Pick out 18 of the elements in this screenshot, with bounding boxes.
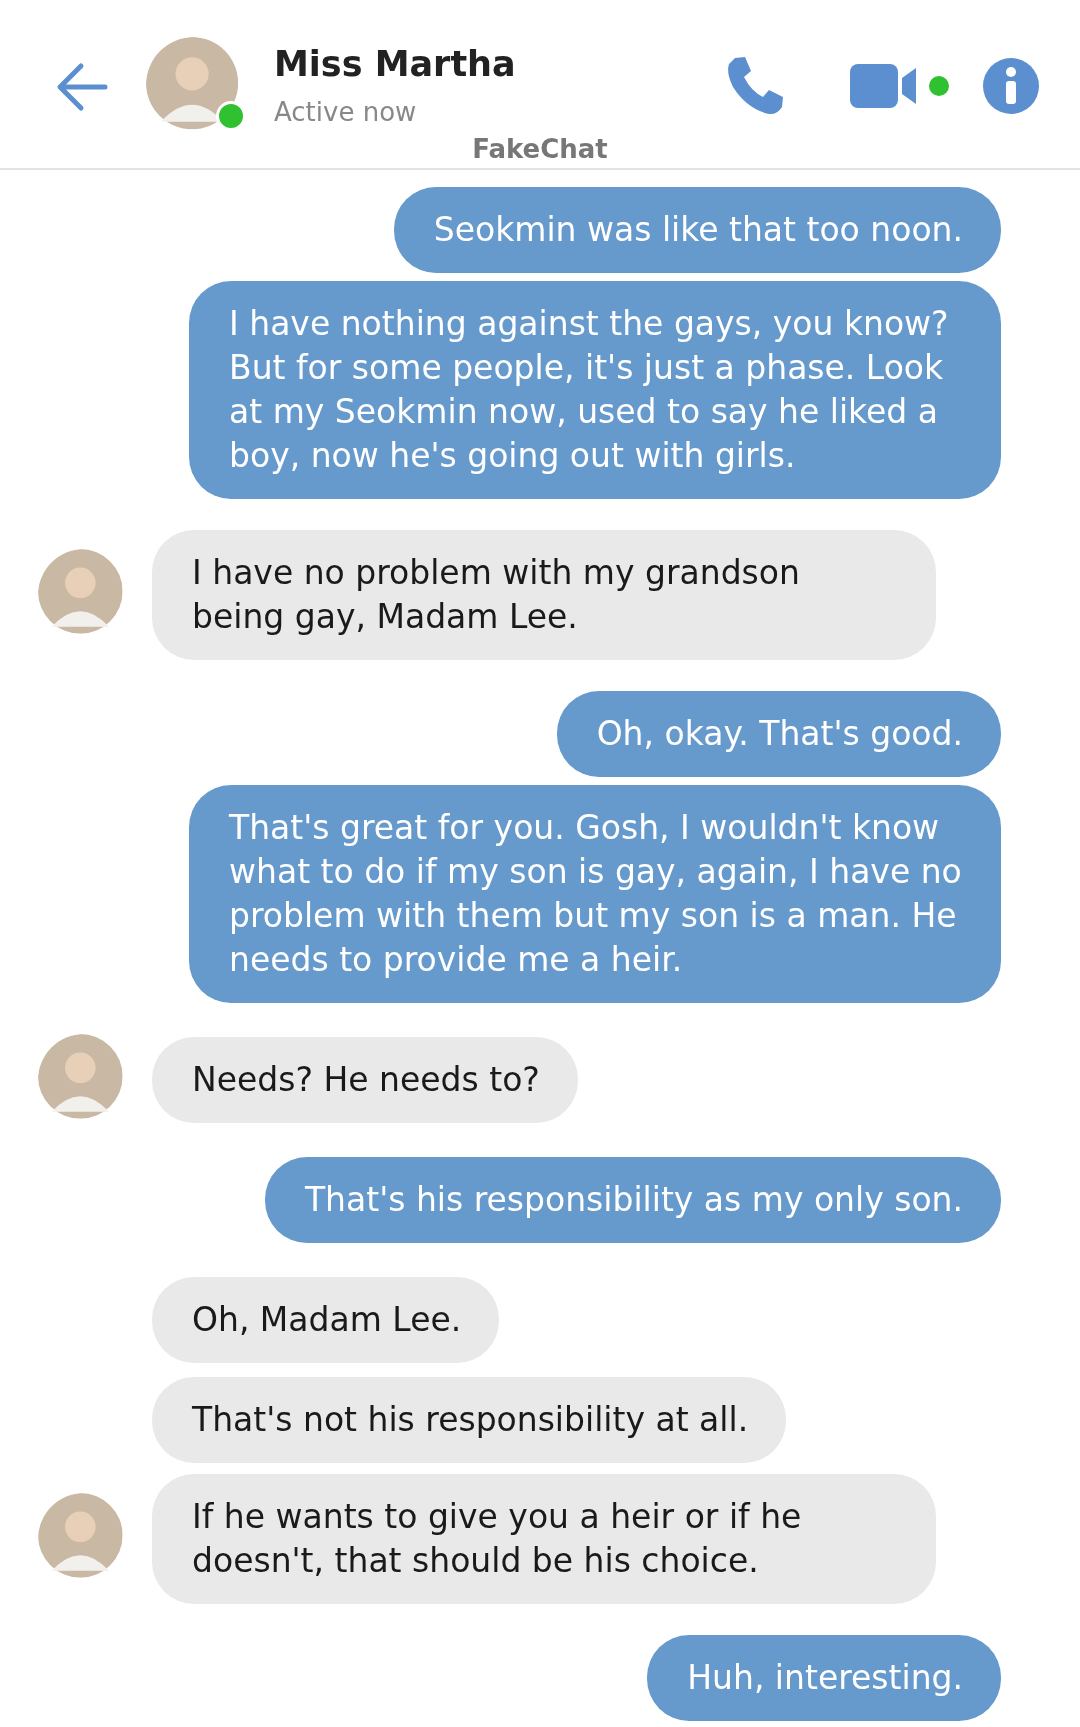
message-bubble: Oh, okay. That's good. — [556, 691, 1001, 777]
message-bubble: Oh, Madam Lee. — [152, 1277, 500, 1363]
phone-icon[interactable] — [725, 55, 785, 117]
message-bubble: I have no problem with my grandson being gay, Madam Lee. — [152, 530, 936, 660]
contact-status: Active now — [274, 97, 417, 127]
message-bubble: Seokmin was like that too noon. — [393, 187, 1001, 273]
message-bubble: If he wants to give you a heir or if he doesn't, that should be his choice. — [152, 1474, 936, 1604]
video-camera-icon[interactable] — [848, 62, 952, 110]
message-bubble: That's great for you. Gosh, I wouldn't know what to do if my son is gay, again, I have no problem with them but my son is a man. He needs to provide me a heir. — [189, 785, 1001, 1003]
message-bubble: That's not his responsibility at all. — [152, 1377, 787, 1463]
back-icon[interactable] — [55, 62, 109, 112]
contact-name: Miss Martha — [274, 44, 516, 84]
info-icon[interactable] — [983, 58, 1039, 114]
message-bubble: Huh, interesting. — [647, 1635, 1001, 1721]
message-bubble: Needs? He needs to? — [152, 1037, 578, 1123]
app-name: FakeChat — [472, 134, 608, 164]
message-bubble: That's his responsibility as my only son. — [264, 1157, 1001, 1243]
message-bubble: I have nothing against the gays, you know? But for some people, it's just a phase. Look at my Seokmin now, used to say he liked a boy, now he's going out with girls. — [189, 281, 1001, 499]
